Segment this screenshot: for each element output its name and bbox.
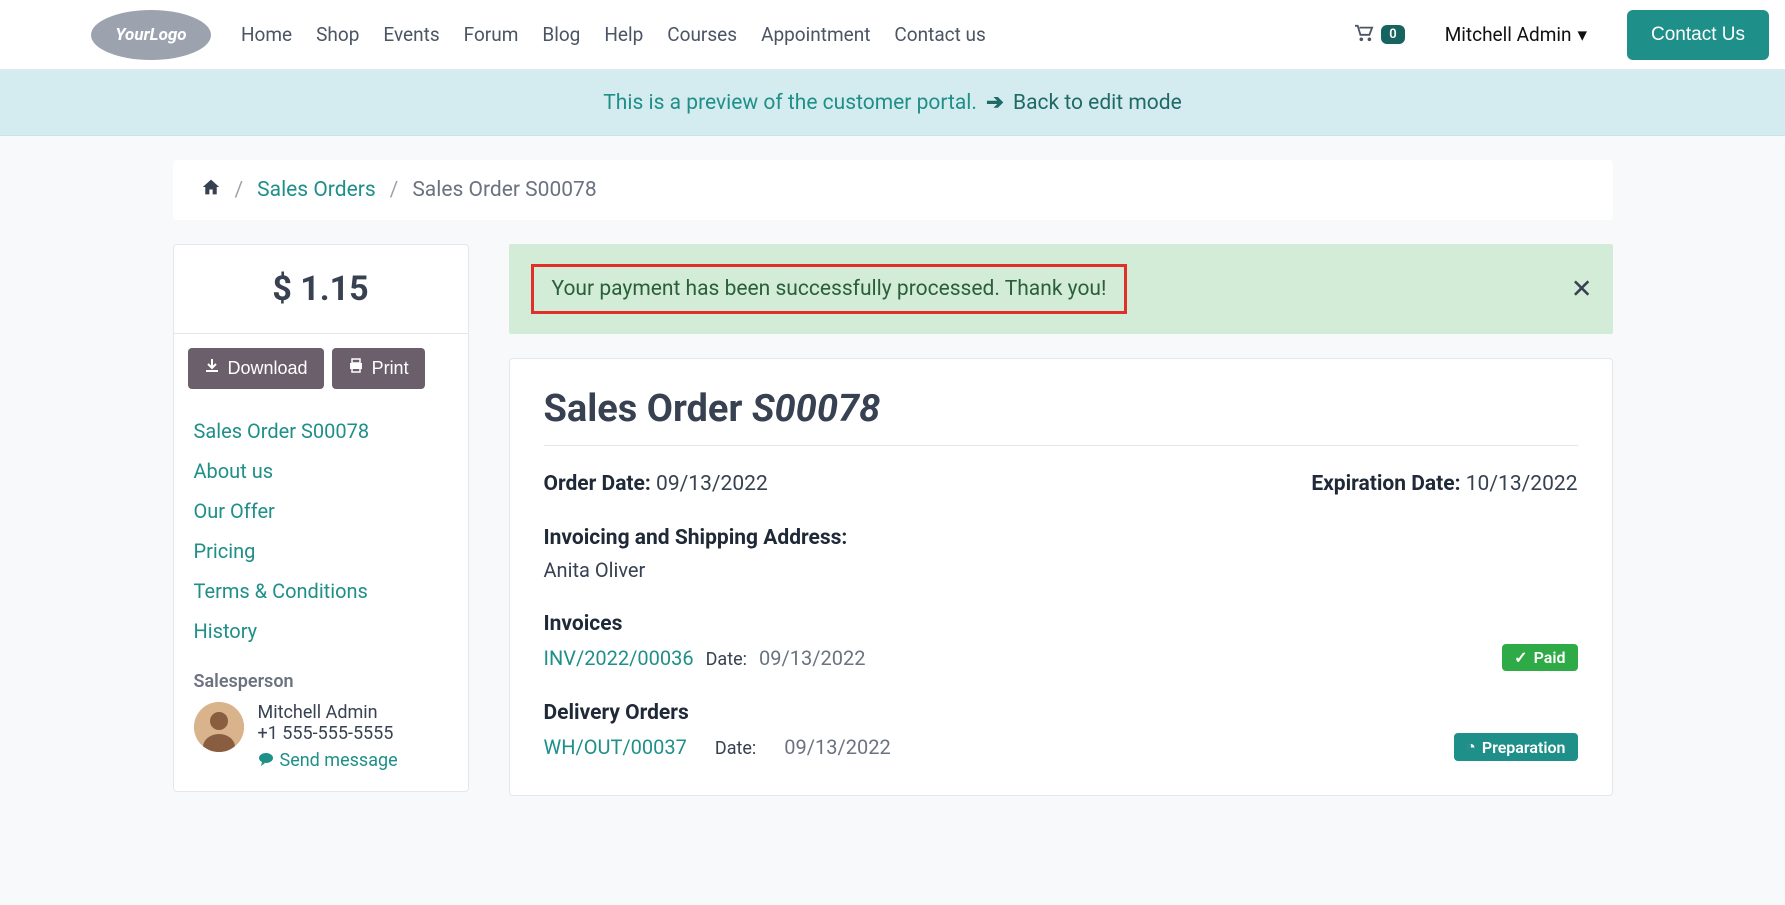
preparation-badge: Preparation [1454,733,1577,761]
chat-icon [258,750,274,771]
cart-icon [1353,23,1375,47]
main-content: Your payment has been successfully proce… [509,244,1613,796]
delivery-date-label: Date: [715,738,756,759]
nav-events[interactable]: Events [383,23,439,46]
title-order-number: S00078 [752,387,880,431]
breadcrumb-sales-orders[interactable]: Sales Orders [257,178,375,202]
caret-down-icon: ▾ [1577,23,1587,46]
order-total: $ 1.15 [174,245,468,334]
nav-blog[interactable]: Blog [542,23,580,46]
paid-label: Paid [1534,648,1566,667]
top-nav: Home Shop Events Forum Blog Help Courses… [241,23,986,46]
check-icon [1514,648,1527,667]
sidebar: $ 1.15 Download Print Sales Order S000 [173,244,469,792]
print-label: Print [372,358,409,379]
send-message-label: Send message [280,750,398,771]
breadcrumb-sep: / [390,178,399,202]
clock-icon [1466,737,1476,757]
delivery-date-value: 09/13/2022 [784,735,890,759]
preparation-label: Preparation [1482,738,1566,757]
sidebar-link-terms[interactable]: Terms & Conditions [194,571,448,611]
order-meta: Order Date: 09/13/2022 Expiration Date: … [544,472,1578,496]
address-name: Anita Oliver [544,558,1578,582]
order-date-label: Order Date: [544,472,651,496]
expiration-date-value: 10/13/2022 [1466,472,1578,496]
nav-help[interactable]: Help [604,23,643,46]
download-label: Download [228,358,308,379]
cart-count-badge: 0 [1381,25,1404,44]
alert-text: Your payment has been successfully proce… [531,264,1128,314]
sidebar-link-about[interactable]: About us [194,451,448,491]
breadcrumb-sep: / [235,178,244,202]
close-icon: ✕ [1571,274,1593,304]
preview-text: This is a preview of the customer portal… [603,91,982,115]
back-to-edit-label: Back to edit mode [1013,91,1182,115]
paid-badge: Paid [1502,644,1577,671]
order-date-value: 09/13/2022 [656,472,768,496]
invoice-link[interactable]: INV/2022/00036 [544,646,694,670]
cart-button[interactable]: 0 [1353,23,1404,47]
download-button[interactable]: Download [188,348,324,389]
sidebar-links: Sales Order S00078 About us Our Offer Pr… [174,403,468,671]
salesperson-phone: +1 555-555-5555 [258,723,398,744]
sidebar-link-order[interactable]: Sales Order S00078 [194,411,448,451]
title-prefix: Sales Order [544,387,752,431]
nav-shop[interactable]: Shop [316,23,359,46]
delivery-link[interactable]: WH/OUT/00037 [544,735,687,759]
expiration-date-label: Expiration Date: [1311,472,1460,496]
print-icon [348,358,364,379]
alert-close-button[interactable]: ✕ [1571,274,1593,305]
avatar [194,702,244,752]
salesperson-section: Salesperson Mitchell Admin +1 555-555-55… [174,671,468,791]
nav-contact-us[interactable]: Contact us [894,23,985,46]
send-message-link[interactable]: Send message [258,750,398,771]
nav-courses[interactable]: Courses [667,23,737,46]
salesperson-label: Salesperson [194,671,448,692]
order-total-amount: $ 1.15 [174,269,468,309]
back-to-edit-link[interactable]: ➔ Back to edit mode [982,91,1182,115]
invoice-date-label: Date: [706,649,747,670]
contact-us-button[interactable]: Contact Us [1627,10,1769,60]
logo[interactable]: YourLogo [91,10,211,60]
success-alert: Your payment has been successfully proce… [509,244,1613,334]
invoices-heading: Invoices [544,612,1578,636]
print-button[interactable]: Print [332,348,425,389]
nav-home[interactable]: Home [241,23,292,46]
nav-appointment[interactable]: Appointment [761,23,870,46]
home-icon[interactable] [201,178,221,202]
download-icon [204,358,220,379]
breadcrumb: / Sales Orders / Sales Order S00078 [173,160,1613,220]
address-heading: Invoicing and Shipping Address: [544,526,1578,550]
order-card: Sales Order S00078 Order Date: 09/13/202… [509,358,1613,796]
sidebar-link-offer[interactable]: Our Offer [194,491,448,531]
user-name: Mitchell Admin [1445,23,1572,46]
delivery-heading: Delivery Orders [544,701,1578,725]
sidebar-link-history[interactable]: History [194,611,448,651]
invoice-date-value: 09/13/2022 [759,646,865,670]
page-title: Sales Order S00078 [544,387,1578,431]
logo-text: YourLogo [115,25,186,45]
user-menu[interactable]: Mitchell Admin ▾ [1445,23,1587,46]
salesperson-name: Mitchell Admin [258,702,398,723]
nav-forum[interactable]: Forum [464,23,519,46]
delivery-row: WH/OUT/00037 Date: 09/13/2022 Preparatio… [544,733,1578,761]
breadcrumb-current: Sales Order S00078 [412,178,596,202]
arrow-right-icon: ➔ [986,91,1004,115]
main-header: YourLogo Home Shop Events Forum Blog Hel… [0,0,1785,70]
invoice-row: INV/2022/00036 Date: 09/13/2022 Paid [544,644,1578,671]
sidebar-link-pricing[interactable]: Pricing [194,531,448,571]
preview-banner: This is a preview of the customer portal… [0,70,1785,136]
